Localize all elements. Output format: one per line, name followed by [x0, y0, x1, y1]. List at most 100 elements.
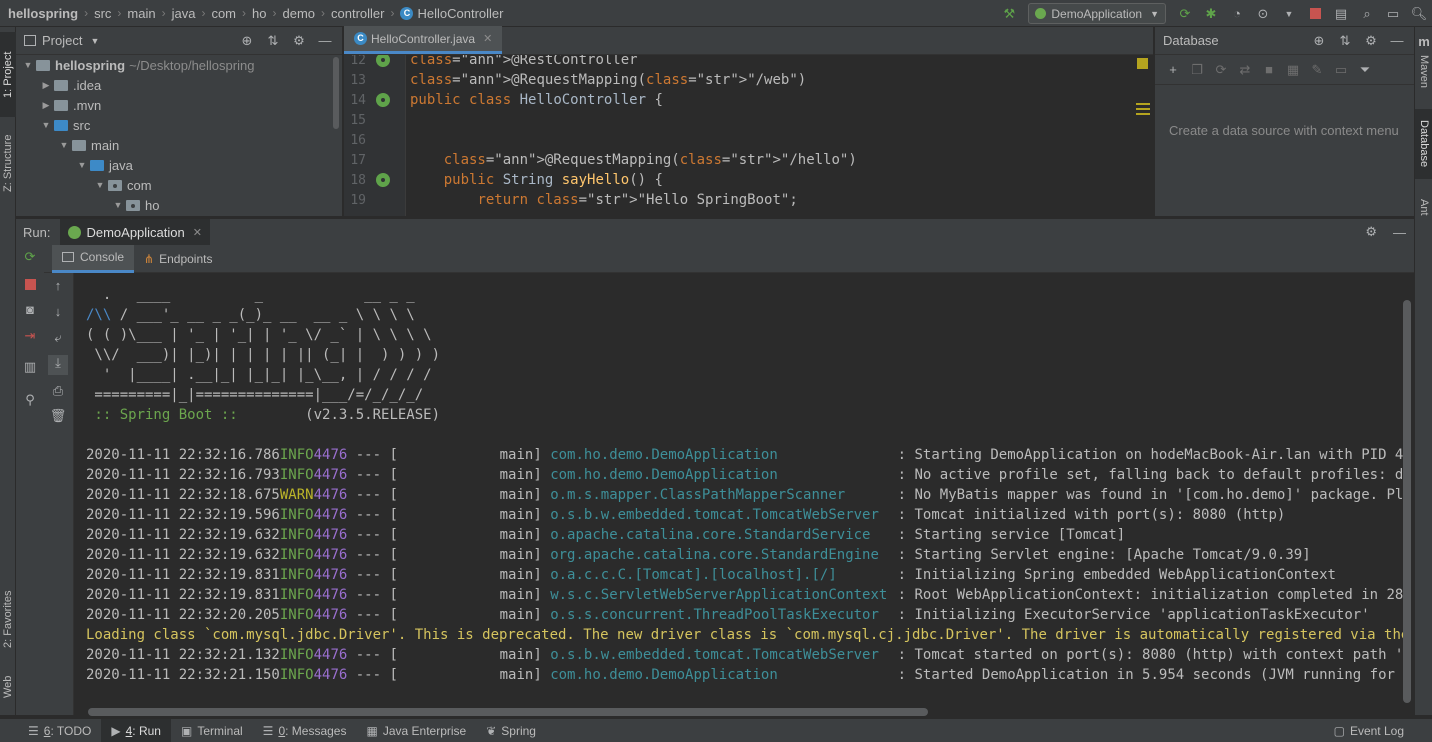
add-icon[interactable]: + — [1161, 62, 1185, 77]
breadcrumb-item[interactable]: main — [127, 6, 155, 21]
scroll-to-end-icon[interactable]: ⤓ — [48, 355, 68, 375]
tree-item[interactable]: ▼ src — [16, 115, 342, 135]
spring-bean-gutter-icon[interactable] — [376, 173, 390, 187]
hide-icon[interactable]: — — [1384, 33, 1410, 48]
error-stripe-marker[interactable] — [1136, 108, 1150, 110]
tab-console[interactable]: Console — [52, 244, 135, 273]
locate-icon[interactable]: ⊕ — [1306, 33, 1332, 49]
soft-wrap-icon[interactable]: ⤶ — [48, 330, 68, 350]
search-icon[interactable]: 🔍︎ — [1407, 2, 1431, 26]
stop-icon[interactable] — [1303, 2, 1327, 26]
project-structure-icon[interactable]: ▤ — [1329, 2, 1353, 26]
console-horizontal-scrollbar[interactable] — [88, 708, 928, 716]
run-configuration-select[interactable]: DemoApplication ▼ — [1028, 3, 1166, 24]
breadcrumb-item[interactable]: java — [172, 6, 196, 21]
down-arrow-icon[interactable]: ↓ — [48, 304, 68, 324]
error-stripe-marker[interactable] — [1136, 113, 1150, 115]
tab-ant[interactable]: Ant — [1415, 187, 1432, 227]
bottom-tab[interactable]: ❦ Spring — [476, 719, 546, 742]
console-vertical-scrollbar[interactable] — [1403, 300, 1411, 703]
rerun-icon[interactable]: ⟳ — [20, 249, 40, 269]
breadcrumb-item[interactable]: src — [94, 6, 111, 21]
tree-item[interactable]: ▼ com — [16, 175, 342, 195]
tree-item[interactable]: ▼ main — [16, 135, 342, 155]
breadcrumb-item[interactable]: com — [211, 6, 236, 21]
project-scrollbar[interactable] — [333, 57, 339, 129]
build-hammer-icon[interactable]: ⚒ — [997, 2, 1021, 26]
tab-hellocontroller[interactable]: C HelloController.java ✕ — [344, 26, 503, 54]
layout-icon[interactable]: ▥ — [20, 359, 40, 379]
tree-item[interactable]: ▶ .idea — [16, 75, 342, 95]
chevron-down-icon[interactable]: ▼ — [90, 36, 99, 46]
filter-icon[interactable]: ⏷ — [1353, 62, 1377, 78]
tab-maven[interactable]: Maven — [1415, 51, 1432, 93]
breadcrumb-item[interactable]: hellospring — [8, 6, 78, 21]
warning-marker-icon[interactable] — [1137, 58, 1148, 69]
print-icon[interactable]: ⎙ — [48, 383, 68, 403]
rerun-icon[interactable]: ⟳ — [1173, 2, 1197, 26]
presentation-icon[interactable]: ▭ — [1381, 2, 1405, 26]
stop-icon[interactable] — [20, 275, 40, 295]
error-stripe-marker[interactable] — [1136, 103, 1150, 105]
bottom-tab[interactable]: ☰ 0: Messages — [253, 719, 357, 742]
sync-icon[interactable]: ⇄ — [1233, 62, 1257, 78]
chevron-right-icon[interactable]: ▶ — [38, 100, 54, 111]
coverage-icon[interactable]: ◔ — [1225, 2, 1249, 26]
chevron-down-icon[interactable]: ▼ — [38, 120, 54, 130]
chevron-right-icon[interactable]: ▶ — [38, 80, 54, 91]
copy-icon[interactable]: ❐ — [1185, 62, 1209, 78]
bottom-tab[interactable]: ☰ 6: TODO — [18, 719, 101, 742]
profile-icon[interactable]: ⊙ — [1251, 2, 1275, 26]
breadcrumb-item[interactable]: HelloController — [417, 6, 503, 21]
search-everywhere-icon[interactable]: ⌕ — [1355, 2, 1379, 26]
gear-icon[interactable]: ⚙ — [286, 33, 312, 49]
code-area[interactable]: 12 class="ann">@RestController 13 class="an… — [344, 55, 1153, 216]
breadcrumb-item[interactable]: demo — [282, 6, 315, 21]
tab-structure[interactable]: Z: Structure — [0, 117, 16, 209]
spring-bean-gutter-icon[interactable] — [376, 93, 390, 107]
debug-bug-icon[interactable]: ✱ — [1199, 2, 1223, 26]
tree-item[interactable]: ▶ .mvn — [16, 95, 342, 115]
tab-web[interactable]: Web — [0, 667, 16, 707]
tab-project[interactable]: 1: Project — [0, 32, 16, 117]
chevron-down-icon[interactable]: ▼ — [56, 140, 72, 150]
tab-favorites[interactable]: 2: Favorites — [0, 572, 16, 667]
close-icon[interactable]: ✕ — [483, 32, 492, 45]
chevron-down-icon[interactable]: ▼ — [92, 180, 108, 190]
maven-m-icon[interactable]: m — [1415, 31, 1432, 51]
console-icon[interactable]: ▭ — [1329, 62, 1353, 78]
more-run-icon[interactable]: ▼ — [1277, 2, 1301, 26]
bottom-tab[interactable]: ▣ Terminal — [171, 719, 253, 742]
tab-endpoints[interactable]: ⋔ Endpoints — [134, 245, 222, 273]
up-arrow-icon[interactable]: ↑ — [48, 278, 68, 298]
bottom-tab[interactable]: ▶ 4: Run — [101, 718, 171, 742]
trash-icon[interactable]: 🗑︎ — [48, 408, 68, 428]
table-icon[interactable]: ▦ — [1281, 62, 1305, 78]
chevron-down-icon[interactable]: ▼ — [110, 200, 126, 210]
breadcrumb-item[interactable]: ho — [252, 6, 266, 21]
dump-threads-icon[interactable]: ◙ — [20, 302, 40, 322]
breadcrumb-item[interactable]: controller — [331, 6, 384, 21]
spring-bean-gutter-icon[interactable] — [376, 55, 390, 67]
exit-icon[interactable]: ⇥ — [20, 328, 40, 348]
collapse-all-icon[interactable]: ⇅ — [260, 33, 286, 49]
console-output[interactable]: . ____ _ __ _ _ /\\ / ___'_ __ _ _(_)_ _… — [74, 273, 1403, 705]
chevron-down-icon[interactable]: ▼ — [20, 60, 36, 70]
collapse-all-icon[interactable]: ⇅ — [1332, 33, 1358, 49]
pin-icon[interactable]: ⚲ — [20, 392, 40, 412]
edit-icon[interactable]: ✎ — [1305, 62, 1329, 78]
tab-run-demoapplication[interactable]: DemoApplication ✕ — [60, 218, 210, 246]
tree-item[interactable]: ▼ java — [16, 155, 342, 175]
hide-icon[interactable]: — — [1393, 225, 1406, 240]
chevron-down-icon[interactable]: ▼ — [74, 160, 90, 170]
tree-item[interactable]: ▼ ho — [16, 195, 342, 215]
tree-item[interactable]: ▼ hellospring ~/Desktop/hellospring — [16, 55, 342, 75]
stop-icon[interactable]: ■ — [1257, 62, 1281, 77]
bottom-tab[interactable]: ▦ Java Enterprise — [356, 719, 476, 742]
gear-icon[interactable]: ⚙ — [1358, 33, 1384, 49]
tab-database[interactable]: Database — [1415, 109, 1432, 179]
refresh-icon[interactable]: ⟳ — [1209, 62, 1233, 78]
hide-icon[interactable]: — — [312, 33, 338, 48]
locate-icon[interactable]: ⊕ — [234, 33, 260, 49]
close-icon[interactable]: ✕ — [193, 226, 202, 239]
